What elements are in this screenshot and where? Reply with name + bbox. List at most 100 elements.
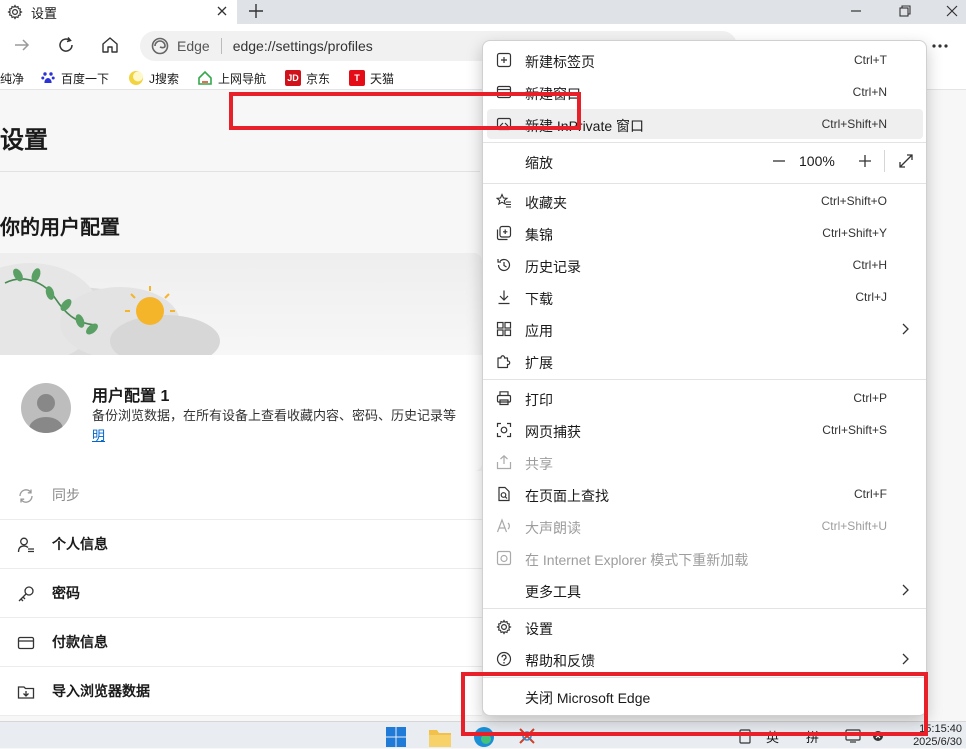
menu-separator (483, 379, 926, 380)
menu-item-share[interactable]: 共享 (487, 447, 923, 477)
menu-shortcut: Ctrl+N (852, 85, 887, 99)
cloud-illustration (0, 263, 220, 355)
find-on-page-icon (496, 486, 512, 502)
menu-item-settings[interactable]: 设置 (487, 612, 923, 642)
settings-row-import[interactable]: 导入浏览器数据 (0, 667, 482, 716)
favorite-item[interactable]: J搜索 (128, 69, 179, 87)
browser-menu: 新建标签页 Ctrl+T 新建窗口 Ctrl+N 新建 InPrivate 窗口… (482, 40, 927, 716)
windows-start-icon[interactable] (385, 726, 407, 748)
restore-button[interactable] (897, 3, 913, 19)
browser-label: Edge (177, 38, 210, 54)
favorite-label: 天猫 (370, 71, 395, 86)
key-icon (17, 585, 35, 603)
refresh-icon[interactable] (56, 35, 76, 55)
ie-mode-icon (496, 550, 512, 566)
collections-icon (496, 225, 512, 241)
settings-row-payment[interactable]: 付款信息 (0, 618, 482, 667)
menu-item-find[interactable]: 在页面上查找 Ctrl+F (487, 479, 923, 509)
more-options-icon[interactable] (930, 36, 950, 56)
menu-shortcut: Ctrl+P (853, 391, 887, 405)
menu-label: 扩展 (525, 355, 553, 371)
settings-gear-icon (496, 619, 512, 635)
favorite-item[interactable]: 百度一下 (40, 69, 109, 87)
jsearch-moon-icon (128, 70, 144, 86)
menu-label: 更多工具 (525, 584, 581, 600)
menu-shortcut: Ctrl+T (854, 53, 887, 67)
row-label: 个人信息 (52, 536, 108, 552)
favorites-star-icon (496, 193, 512, 209)
divider (0, 171, 480, 172)
menu-item-read-aloud[interactable]: 大声朗读 Ctrl+Shift+U (487, 511, 923, 541)
tab-settings[interactable]: 设置 (0, 0, 237, 24)
annotation-box-close-edge (461, 672, 928, 736)
chevron-right-icon (898, 652, 912, 666)
menu-item-extensions[interactable]: 扩展 (487, 346, 923, 376)
file-explorer-icon[interactable] (428, 726, 452, 748)
help-icon (496, 651, 512, 667)
favorite-item[interactable]: JD 京东 (285, 69, 330, 87)
close-window-button[interactable] (944, 3, 960, 19)
menu-item-new-tab[interactable]: 新建标签页 Ctrl+T (487, 45, 923, 75)
profile-learn-more-link[interactable]: 明 (92, 425, 105, 444)
sync-icon (17, 487, 35, 505)
gear-icon (7, 4, 23, 20)
menu-item-favorites[interactable]: 收藏夹 Ctrl+Shift+O (487, 186, 923, 216)
menu-item-print[interactable]: 打印 Ctrl+P (487, 383, 923, 413)
menu-item-web-capture[interactable]: 网页捕获 Ctrl+Shift+S (487, 415, 923, 445)
nav-house-icon (197, 70, 213, 86)
favorite-label: 百度一下 (61, 71, 110, 86)
minimize-button[interactable] (848, 3, 864, 19)
menu-item-more-tools[interactable]: 更多工具 (487, 575, 923, 605)
favorite-item[interactable]: 纯净 (0, 69, 24, 87)
row-label: 导入浏览器数据 (52, 683, 150, 699)
puzzle-icon (496, 353, 512, 369)
url-text[interactable]: edge://settings/profiles (233, 38, 373, 54)
new-tab-button[interactable] (246, 1, 266, 21)
share-icon (496, 454, 512, 470)
menu-label: 网页捕获 (525, 424, 581, 440)
menu-item-apps[interactable]: 应用 (487, 314, 923, 344)
new-tab-icon (496, 52, 512, 68)
menu-item-collections[interactable]: 集锦 Ctrl+Shift+Y (487, 218, 923, 248)
menu-shortcut: Ctrl+J (855, 290, 887, 304)
avatar[interactable] (21, 383, 71, 433)
import-icon (17, 683, 35, 701)
menu-shortcut: Ctrl+Shift+S (822, 423, 887, 437)
menu-label: 在页面上查找 (525, 488, 609, 504)
settings-row-sync[interactable]: 同步 (0, 471, 482, 520)
home-icon[interactable] (100, 35, 120, 55)
annotation-box-inprivate (229, 92, 581, 130)
menu-item-downloads[interactable]: 下载 Ctrl+J (487, 282, 923, 312)
close-tab-icon[interactable] (215, 4, 229, 18)
favorite-item[interactable]: T 天猫 (349, 69, 394, 87)
menu-shortcut: Ctrl+Shift+O (820, 194, 887, 208)
fullscreen-icon[interactable] (897, 152, 915, 170)
printer-icon (496, 390, 512, 406)
favorite-label: 纯净 (0, 71, 25, 86)
person-icon (17, 536, 35, 554)
favorite-item[interactable]: 上网导航 (197, 69, 266, 87)
menu-label: 共享 (525, 456, 553, 472)
menu-shortcut: Ctrl+F (854, 487, 887, 501)
tab-strip: 设置 (0, 0, 966, 24)
favorite-label: J搜索 (149, 71, 180, 86)
chevron-right-icon (898, 583, 912, 597)
menu-shortcut: Ctrl+Shift+U (821, 519, 887, 533)
zoom-in-button[interactable] (853, 149, 877, 173)
menu-label: 设置 (525, 621, 553, 637)
menu-item-ie-mode[interactable]: 在 Internet Explorer 模式下重新加载 (487, 543, 923, 573)
menu-item-history[interactable]: 历史记录 Ctrl+H (487, 250, 923, 280)
menu-label: 在 Internet Explorer 模式下重新加载 (525, 552, 749, 568)
forward-icon[interactable] (12, 35, 32, 55)
menu-separator (483, 142, 926, 143)
zoom-out-button[interactable] (767, 149, 791, 173)
web-capture-icon (496, 422, 512, 438)
person-avatar-icon (29, 394, 63, 433)
jd-logo-icon: JD (285, 70, 301, 86)
settings-row-passwords[interactable]: 密码 (0, 569, 482, 618)
menu-label: 集锦 (525, 227, 553, 243)
settings-row-personal-info[interactable]: 个人信息 (0, 520, 482, 569)
edge-logo-icon (151, 37, 169, 55)
menu-item-help[interactable]: 帮助和反馈 (487, 644, 923, 674)
row-label: 同步 (52, 487, 80, 503)
